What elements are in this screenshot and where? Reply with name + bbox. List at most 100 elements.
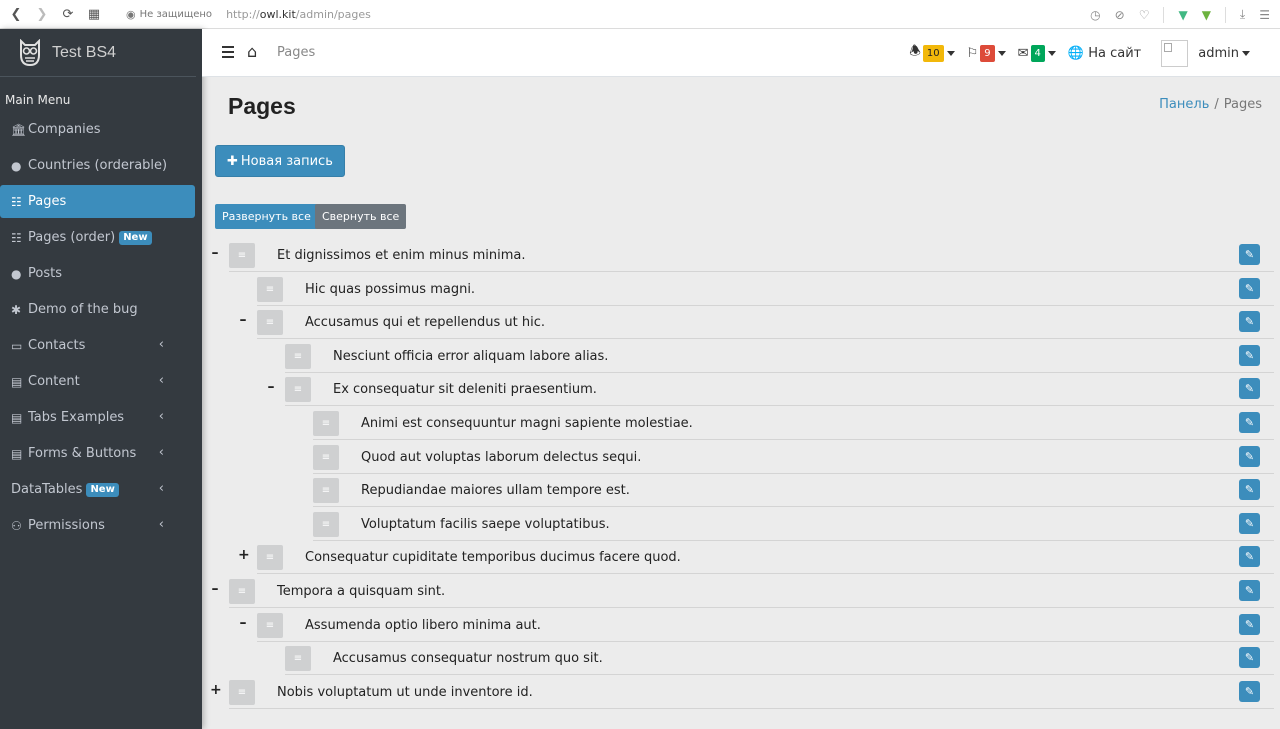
edit-pencil-icon[interactable]: ✎ xyxy=(1239,680,1260,702)
drag-handle-icon[interactable]: ≡ xyxy=(257,310,283,336)
chevron-left-icon[interactable]: ‹ xyxy=(159,481,164,496)
sidebar-item-companies[interactable]: 🏛 Companies xyxy=(0,113,195,146)
chevron-left-icon[interactable]: ‹ xyxy=(159,517,164,532)
collapse-toggle[interactable]: – xyxy=(210,246,220,260)
sidebar-item-tabs-examples[interactable]: ▤ Tabs Examples ‹ xyxy=(0,401,195,434)
messages-count: 4 xyxy=(1030,44,1045,62)
address-bar[interactable]: ◉ Не защищено http://owl.kit/admin/pages xyxy=(126,8,371,21)
sidebar-item-contacts[interactable]: ▭ Contacts ‹ xyxy=(0,329,195,362)
sidebar-item-pages-order[interactable]: ☷ Pages (order) New xyxy=(0,221,195,254)
edit-pencil-icon[interactable]: ✎ xyxy=(1239,344,1260,366)
edit-pencil-icon[interactable]: ✎ xyxy=(1239,613,1260,635)
tree-row-title: Consequatur cupiditate temporibus ducimu… xyxy=(305,550,681,566)
sidebar-item-countries-orderable[interactable]: ● Countries (orderable) xyxy=(0,149,195,182)
collapse-toggle[interactable]: – xyxy=(238,616,248,630)
sidebar-item-datatables[interactable]: DataTables New ‹ xyxy=(0,473,195,506)
chevron-left-icon[interactable]: ‹ xyxy=(159,337,164,352)
tree-row-title: Accusamus qui et repellendus ut hic. xyxy=(305,315,545,331)
drag-handle-icon[interactable]: ≡ xyxy=(313,411,339,436)
collapse-all-button[interactable]: Свернуть все xyxy=(315,204,407,229)
notifications-count: 10 xyxy=(922,44,944,62)
block-icon[interactable]: ⊘ xyxy=(1115,8,1125,22)
site-link[interactable]: 🌐 На сайт xyxy=(1068,46,1141,61)
drag-handle-icon[interactable]: ≡ xyxy=(313,444,339,470)
drag-handle-icon[interactable]: ≡ xyxy=(313,511,339,537)
browser-toolbar: ❮ ❯ ⟳ ▦ ◉ Не защищено http://owl.kit/adm… xyxy=(0,0,1280,29)
sidebar-item-demo-of-the-bug[interactable]: ✱ Demo of the bug xyxy=(0,293,195,326)
edit-pencil-icon[interactable]: ✎ xyxy=(1239,647,1260,669)
edit-pencil-icon[interactable]: ✎ xyxy=(1239,412,1260,433)
page-title: Pages xyxy=(228,93,296,119)
sidebar-item-posts[interactable]: ● Posts xyxy=(0,257,195,290)
download-extension-icon[interactable]: ▼ xyxy=(1202,8,1211,22)
vue-extension-icon[interactable]: ▼ xyxy=(1178,8,1187,22)
drag-handle-icon[interactable]: ≡ xyxy=(313,478,339,504)
camera-icon[interactable]: ◷ xyxy=(1090,8,1100,22)
back-icon[interactable]: ❮ xyxy=(6,4,26,24)
expand-toggle[interactable]: + xyxy=(238,548,250,562)
new-record-button[interactable]: ✚ Новая запись xyxy=(215,145,345,177)
collapse-toggle[interactable]: – xyxy=(266,380,276,394)
collapse-toggle[interactable]: – xyxy=(238,313,248,327)
hamburger-icon[interactable] xyxy=(222,46,234,61)
drag-handle-icon[interactable]: ≡ xyxy=(229,243,255,268)
edit-pencil-icon[interactable]: ✎ xyxy=(1239,311,1260,333)
edit-pencil-icon[interactable]: ✎ xyxy=(1239,378,1260,400)
sidebar-item-label: Companies xyxy=(28,122,101,137)
sidebar-item-label: DataTables xyxy=(11,482,83,497)
main-content: Pages Панель / Pages ✚ Новая запись Развер… xyxy=(202,77,1280,729)
drag-handle-icon[interactable]: ≡ xyxy=(257,612,283,638)
reload-icon[interactable]: ⟳ xyxy=(58,4,78,24)
edit-pencil-icon[interactable]: ✎ xyxy=(1239,277,1260,299)
drag-handle-icon[interactable]: ≡ xyxy=(257,545,283,571)
brand-link[interactable]: Test BS4 xyxy=(0,29,196,77)
tree-row-title: Nobis voluptatum ut unde inventore id. xyxy=(277,684,533,700)
home-icon[interactable]: ⌂ xyxy=(247,42,257,61)
sidebar-item-forms-buttons[interactable]: ▤ Forms & Buttons ‹ xyxy=(0,437,195,470)
globe-icon: ● xyxy=(11,158,22,173)
sidebar-item-permissions[interactable]: ⚇ Permissions ‹ xyxy=(0,509,195,542)
expand-toggle[interactable]: + xyxy=(210,683,222,697)
sidebar-item-pages[interactable]: ☷ Pages xyxy=(0,185,195,218)
drag-handle-icon[interactable]: ≡ xyxy=(257,276,283,302)
new-badge: New xyxy=(119,230,152,245)
edit-pencil-icon[interactable]: ✎ xyxy=(1239,479,1260,501)
caret-down-icon xyxy=(1242,50,1250,56)
edit-pencil-icon[interactable]: ✎ xyxy=(1239,546,1260,568)
drag-handle-icon[interactable]: ≡ xyxy=(285,646,311,672)
breadcrumb-link[interactable]: Панель xyxy=(1159,97,1209,112)
forward-icon[interactable]: ❯ xyxy=(32,4,52,24)
drag-handle-icon[interactable]: ≡ xyxy=(229,679,255,705)
drag-handle-icon[interactable]: ≡ xyxy=(285,343,311,369)
menu-icon[interactable]: ☰ xyxy=(1259,8,1270,22)
chevron-left-icon[interactable]: ‹ xyxy=(159,373,164,388)
tree-row-title: Accusamus consequatur nostrum quo sit. xyxy=(333,651,603,667)
expand-all-button[interactable]: Развернуть все xyxy=(215,204,318,229)
navbar-breadcrumb[interactable]: Pages xyxy=(277,45,315,60)
drag-handle-icon[interactable]: ≡ xyxy=(285,377,311,403)
sitemap-icon: ☷ xyxy=(11,230,22,245)
avatar[interactable] xyxy=(1161,39,1189,67)
chevron-left-icon[interactable]: ‹ xyxy=(159,445,164,460)
chevron-left-icon[interactable]: ‹ xyxy=(159,409,164,424)
drag-handle-icon[interactable]: ≡ xyxy=(229,579,255,604)
flags-dropdown[interactable]: ⚐ 9 xyxy=(967,44,1006,62)
user-menu[interactable]: admin xyxy=(1198,46,1250,61)
edit-pencil-icon[interactable]: ✎ xyxy=(1239,244,1260,265)
menu-header: Main Menu xyxy=(5,93,71,107)
new-record-label: Новая запись xyxy=(240,153,333,169)
user-name: admin xyxy=(1198,45,1239,61)
tree-row-title: Quod aut voluptas laborum delectus sequi… xyxy=(361,449,642,465)
edit-pencil-icon[interactable]: ✎ xyxy=(1239,580,1260,601)
heart-icon[interactable]: ♡ xyxy=(1139,8,1150,22)
edit-pencil-icon[interactable]: ✎ xyxy=(1239,445,1260,467)
messages-dropdown[interactable]: ✉ 4 xyxy=(1018,44,1056,62)
sidebar-item-content[interactable]: ▤ Content ‹ xyxy=(0,365,195,398)
collapse-toggle[interactable]: – xyxy=(210,582,220,596)
apps-grid-icon[interactable]: ▦ xyxy=(84,4,104,24)
sidebar-item-label: Tabs Examples xyxy=(28,410,125,425)
edit-pencil-icon[interactable]: ✎ xyxy=(1239,512,1260,534)
notifications-dropdown[interactable]: 🕭 10 xyxy=(909,42,955,64)
tree-row-title: Hic quas possimus magni. xyxy=(305,281,476,297)
download-icon[interactable]: ⤓ xyxy=(1240,7,1245,22)
